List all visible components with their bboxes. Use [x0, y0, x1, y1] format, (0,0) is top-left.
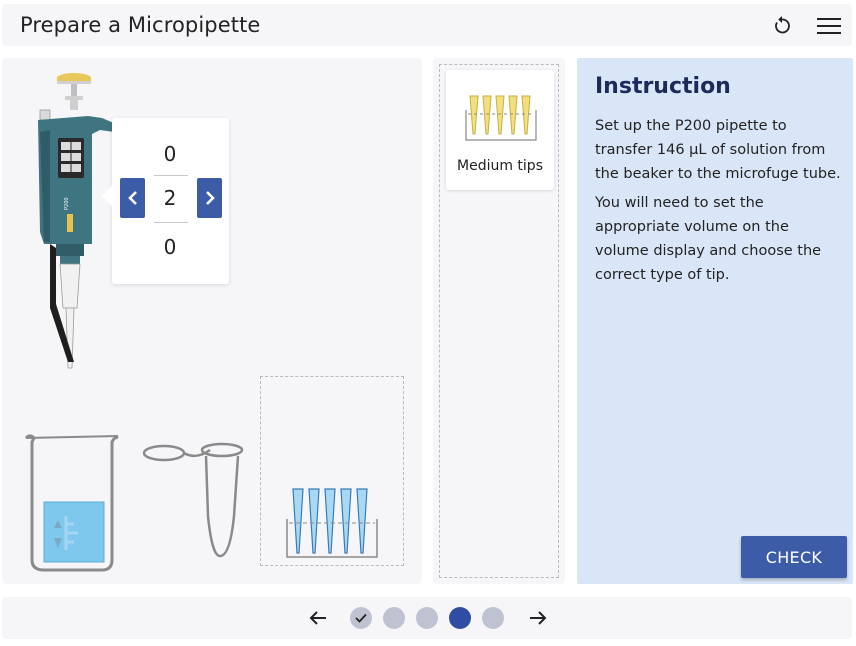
check-button[interactable]: CHECK [741, 536, 847, 578]
step-dot[interactable] [482, 607, 504, 629]
step-dot-completed[interactable] [350, 607, 372, 629]
step-dot-current[interactable] [449, 607, 471, 629]
microfuge-tube[interactable] [140, 438, 250, 560]
beaker[interactable] [22, 432, 122, 574]
step-dot[interactable] [383, 607, 405, 629]
menu-button[interactable] [815, 12, 843, 40]
step-navigation [2, 597, 852, 639]
volume-digit-above: 0 [163, 142, 177, 166]
blue-tip-rack[interactable] [285, 487, 381, 561]
tip-option-medium[interactable]: Medium tips [446, 70, 554, 190]
digit-divider [154, 222, 188, 223]
volume-digit-current: 2 [163, 186, 177, 210]
volume-digit-below: 0 [163, 235, 177, 259]
header-bar: Prepare a Micropipette [2, 4, 852, 46]
medium-tips-icon [465, 95, 537, 141]
chevron-left-icon [127, 191, 137, 205]
micropipette[interactable]: P200 [30, 72, 120, 372]
increase-digit-button[interactable] [197, 178, 222, 218]
chevron-right-icon [205, 191, 215, 205]
instruction-title: Instruction [595, 74, 731, 99]
volume-selector: 0 2 0 [102, 118, 229, 284]
hamburger-menu-icon [817, 18, 841, 34]
app-root: Prepare a Micropipette P200 0 2 0 Medium… [0, 0, 856, 646]
instruction-panel: Instruction Set up the P200 pipette to t… [577, 58, 853, 584]
checkmark-icon [355, 613, 367, 623]
instruction-paragraph: Set up the P200 pipette to transfer 146 … [595, 118, 841, 182]
previous-step-button[interactable] [306, 606, 330, 630]
digit-divider [154, 175, 188, 176]
reset-icon [775, 16, 790, 34]
arrow-left-icon [309, 611, 326, 625]
instruction-paragraph: You will need to set the appropriate vol… [595, 195, 822, 283]
workbench-area: P200 0 2 0 [2, 58, 422, 584]
decrease-digit-button[interactable] [120, 178, 145, 218]
volume-selector-pointer [102, 184, 114, 208]
reset-button[interactable] [768, 12, 796, 40]
pipette-model-label: P200 [64, 197, 70, 210]
arrow-right-icon [530, 611, 547, 625]
tip-rack-drop-zone[interactable] [260, 376, 404, 566]
page-title: Prepare a Micropipette [20, 13, 261, 37]
tip-option-label: Medium tips [457, 158, 543, 174]
step-dot[interactable] [416, 607, 438, 629]
next-step-button[interactable] [526, 606, 550, 630]
